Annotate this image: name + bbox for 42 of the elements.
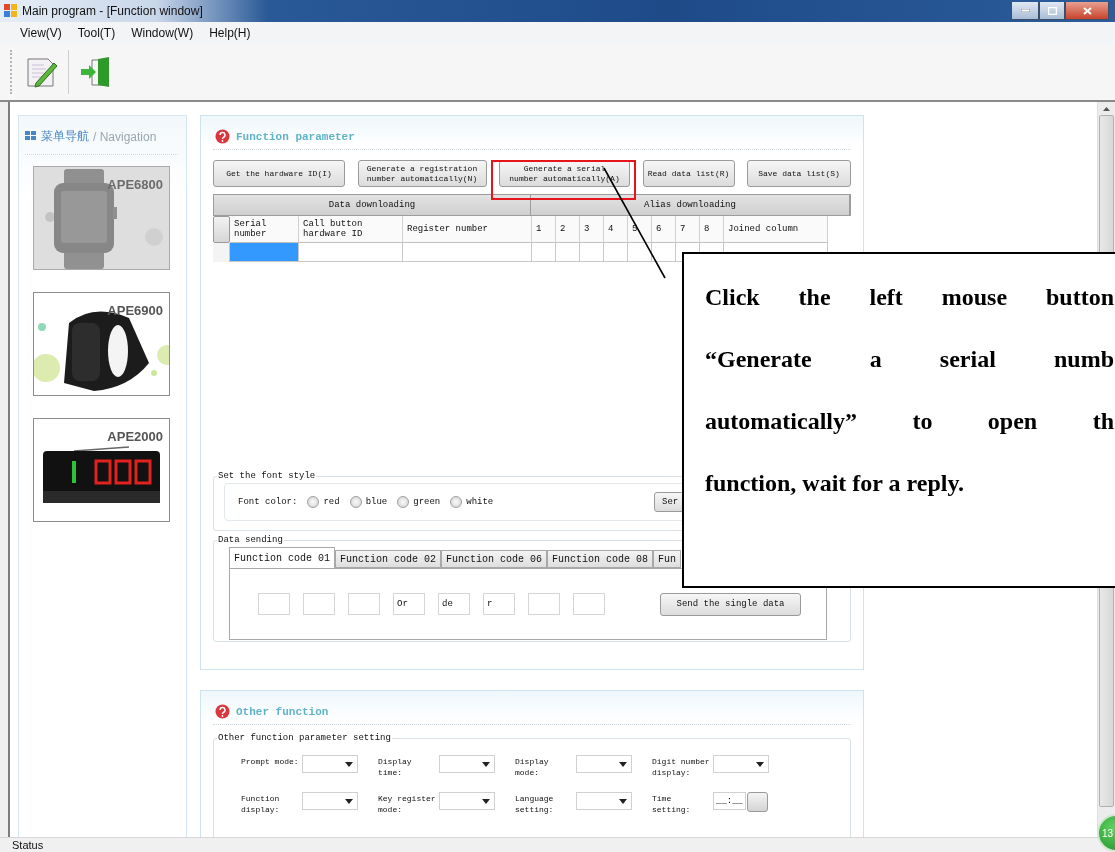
- setting-label: Function display:: [241, 793, 281, 815]
- callout-text: function, wait for a reply.: [705, 469, 966, 498]
- callout-text: Click the left mouse button: [705, 283, 1114, 312]
- column-header: Serial number: [230, 216, 299, 243]
- panel-title: Function parameter: [236, 130, 355, 143]
- column-header: 5: [628, 216, 652, 243]
- setting-label: Time setting:: [652, 793, 692, 815]
- navigation-subtitle: / Navigation: [93, 129, 157, 144]
- field-label: Font color:: [238, 497, 298, 507]
- status-text: Status: [12, 839, 44, 851]
- radio-label: blue: [365, 497, 388, 507]
- column-header: Call button hardware ID: [299, 216, 403, 243]
- window-title: Main program - [Function window]: [22, 4, 203, 18]
- column-header: Joined column: [724, 216, 828, 243]
- setting-label: Display mode:: [515, 756, 550, 778]
- product-name: APE6900: [107, 303, 163, 318]
- radio-label: white: [466, 497, 494, 507]
- setting-label: Prompt mode:: [241, 756, 300, 767]
- column-header: 7: [676, 216, 700, 243]
- navigation-title: 菜单导航: [41, 128, 89, 145]
- group-title: Data sending: [217, 535, 284, 545]
- panel-title: Other function: [236, 705, 329, 718]
- group-title: Set the font style: [217, 471, 317, 481]
- callout-text: “Generate a serial numb: [705, 345, 1114, 374]
- setting-label: Digit number display:: [652, 756, 711, 778]
- column-header: 3: [580, 216, 604, 243]
- group-header: Data downloading: [214, 195, 531, 215]
- setting-label: Key register mode:: [378, 793, 437, 815]
- column-header: 2: [556, 216, 580, 243]
- setting-label: Display time:: [378, 756, 413, 778]
- column-header: Register number: [403, 216, 532, 243]
- group-title: Other function parameter setting: [217, 733, 392, 743]
- callout-text: automatically” to open th: [705, 407, 1114, 436]
- radio-label: red: [323, 497, 340, 507]
- radio-label: green: [413, 497, 441, 507]
- group-header: Alias downloading: [531, 195, 850, 215]
- setting-label: Language setting:: [515, 793, 555, 815]
- product-name: APE2000: [107, 429, 163, 444]
- column-header: 6: [652, 216, 676, 243]
- column-header: 4: [604, 216, 628, 243]
- column-header: 8: [700, 216, 724, 243]
- column-header: 1: [532, 216, 556, 243]
